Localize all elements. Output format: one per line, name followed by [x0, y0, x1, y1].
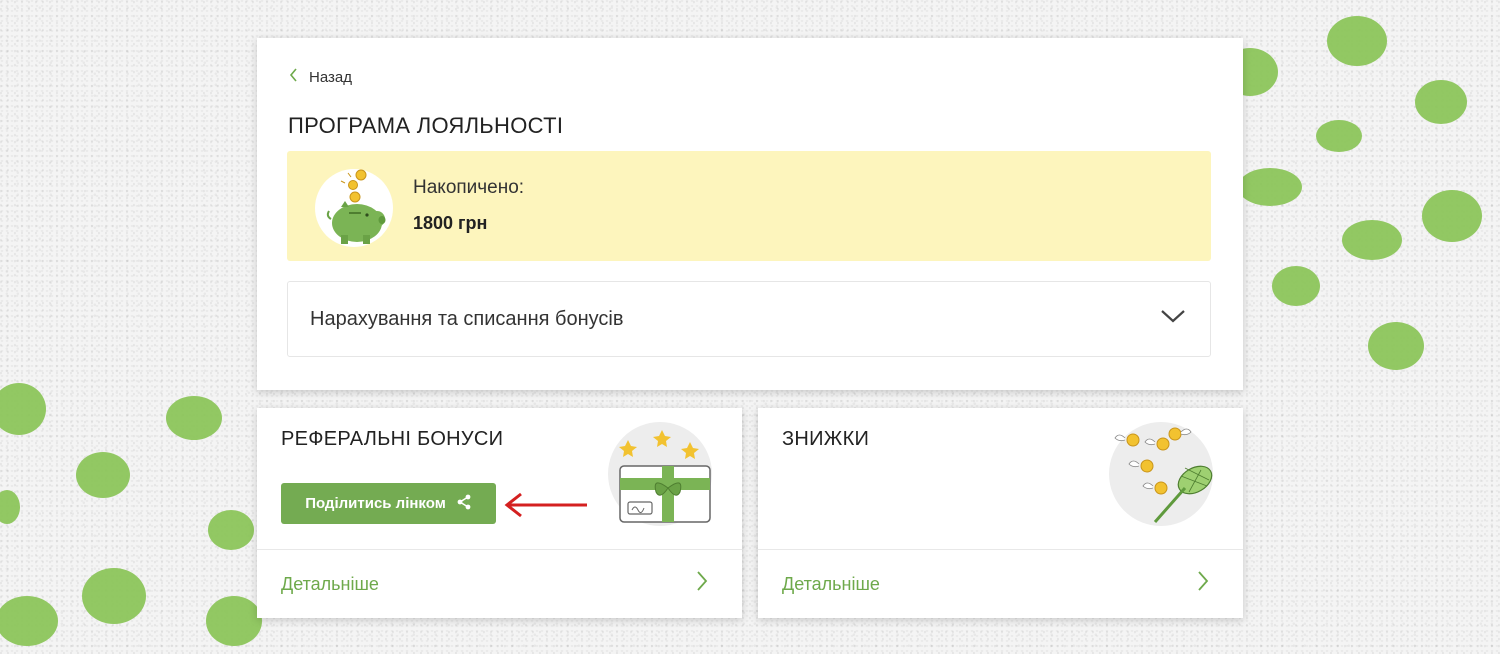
referral-details-link[interactable]: Детальніше [281, 574, 379, 595]
bonus-history-accordion[interactable]: Нарахування та списання бонусів [287, 281, 1211, 357]
card-divider [257, 549, 742, 550]
balance-value: 1800 грн [413, 213, 488, 233]
chevron-down-icon [1160, 308, 1186, 329]
loyalty-program-card: Назад ПРОГРАМА ЛОЯЛЬНОСТІ Накопичено: 18… [257, 38, 1243, 390]
back-link[interactable]: Назад [289, 68, 352, 86]
discounts-title: ЗНИЖКИ [782, 428, 870, 450]
chevron-left-icon [289, 68, 299, 86]
referral-title: РЕФЕРАЛЬНІ БОНУСИ [281, 428, 504, 450]
back-label: Назад [309, 68, 352, 86]
chevron-right-icon[interactable] [696, 570, 708, 597]
discounts-card: ЗНИЖКИ Детальніше [758, 408, 1243, 618]
balance-label: Накопичено: [413, 177, 525, 198]
referral-bonuses-card: РЕФЕРАЛЬНІ БОНУСИ Поділитись лінком Дета… [257, 408, 742, 618]
share-link-button[interactable]: Поділитись лінком [281, 483, 496, 524]
share-button-label: Поділитись лінком [305, 495, 446, 512]
page-title: ПРОГРАМА ЛОЯЛЬНОСТІ [288, 113, 564, 138]
red-arrow-icon [503, 492, 589, 523]
discounts-details-link[interactable]: Детальніше [782, 574, 880, 595]
butterfly-net-coins-icon [1109, 422, 1213, 526]
card-divider [758, 549, 1243, 550]
gift-card-icon [608, 422, 712, 526]
share-icon [456, 494, 472, 514]
balance-panel: Накопичено: 1800 грн [287, 151, 1211, 261]
accordion-label: Нарахування та списання бонусів [310, 308, 624, 330]
piggy-bank-icon [315, 169, 393, 247]
chevron-right-icon[interactable] [1197, 570, 1209, 597]
